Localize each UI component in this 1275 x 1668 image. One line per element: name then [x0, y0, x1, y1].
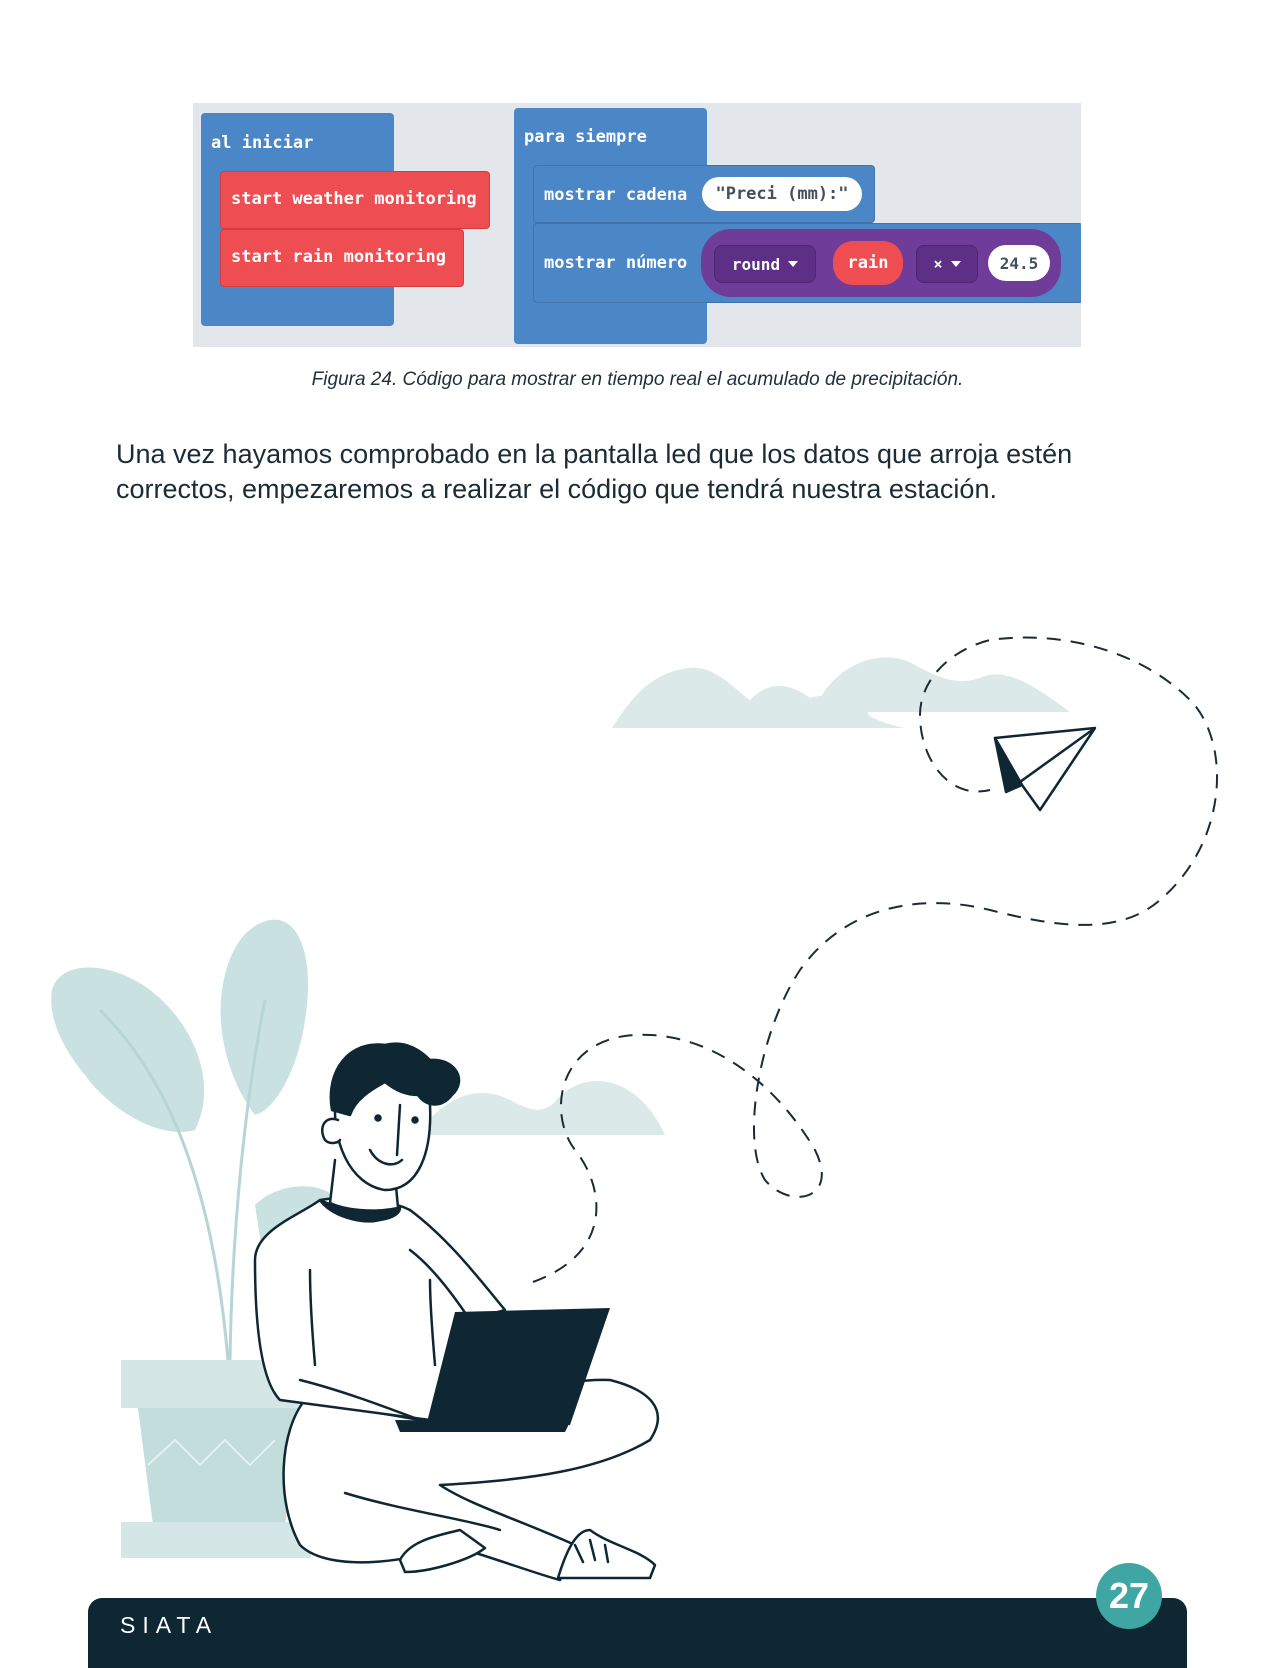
show-string-label: mostrar cadena: [544, 185, 688, 205]
number-value-pill: 24.5: [988, 245, 1050, 281]
round-dropdown[interactable]: round: [714, 245, 816, 283]
paragraph-line-1: Una vez hayamos comprobado en la pantall…: [116, 439, 1073, 469]
start-rain-monitoring-block: start rain monitoring: [220, 229, 464, 287]
cloud-upper-icon: [612, 657, 1070, 728]
flight-path-line: [532, 636, 1219, 1283]
page-footer: SIATA: [88, 1598, 1187, 1668]
page-number-badge: 27: [1096, 1563, 1162, 1629]
person-with-laptop-illustration: [51, 636, 1219, 1582]
chevron-down-icon: [950, 261, 961, 267]
figure-caption: Figura 24. Código para mostrar en tiempo…: [311, 369, 964, 390]
round-label: round: [731, 254, 781, 274]
start-weather-monitoring-label: start weather monitoring: [231, 189, 477, 209]
on-start-label: al iniciar: [211, 133, 314, 153]
show-number-label: mostrar número: [544, 253, 688, 273]
rain-variable-pill: rain: [833, 241, 903, 285]
body-paragraph: Una vez hayamos comprobado en la pantall…: [116, 437, 1176, 507]
start-weather-monitoring-block: start weather monitoring: [220, 171, 490, 229]
operator-label: ×: [933, 255, 943, 273]
paragraph-line-2: correctos, empezaremos a realizar el cód…: [116, 474, 997, 504]
chevron-down-icon: [788, 261, 799, 267]
operator-dropdown[interactable]: ×: [916, 245, 978, 283]
string-value-pill: "Preci (mm):": [702, 177, 862, 211]
start-rain-monitoring-label: start rain monitoring: [231, 247, 446, 267]
plant-icon: [51, 919, 340, 1250]
paper-plane-icon: [993, 726, 1097, 812]
code-blocks-figure: al iniciar start weather monitoring star…: [193, 103, 1081, 347]
forever-label: para siempre: [524, 127, 647, 147]
footer-brand: SIATA: [120, 1612, 219, 1638]
